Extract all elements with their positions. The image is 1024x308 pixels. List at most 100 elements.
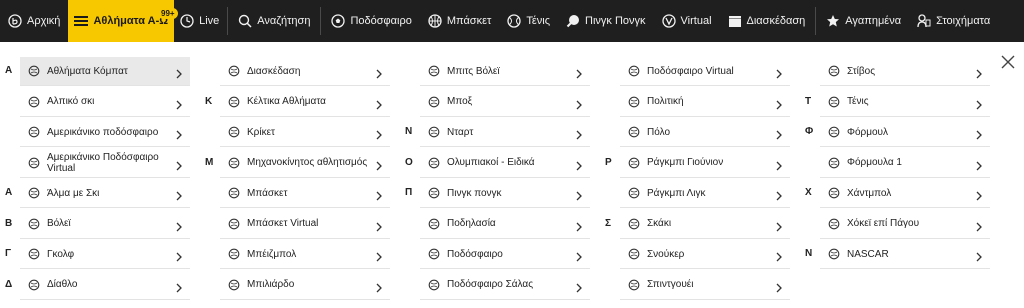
sports-column: Στίβος Τ Τένις Φ Φόρμουλ Φόρμουλα 1 Χ Χάντμπολ Χ… [805,56,1010,270]
sport-list-item[interactable]: Μηχανοκίνητος αθλητισμός [220,149,390,178]
sport-list-item[interactable]: Κέλτικα Αθλήματα [220,88,390,117]
darts-icon [428,126,440,138]
nav-divider [227,7,229,35]
sport-list-item[interactable]: Χάντμπολ [820,179,990,208]
sport-list-item[interactable]: Φόρμουλ [820,118,990,147]
sport-list-item[interactable]: Ποδόσφαιρο Virtual [620,57,790,86]
sport-list-item[interactable]: Πινγκ πονγκ [420,179,590,208]
nav-search[interactable]: Αναζήτηση [230,0,318,42]
sport-list-item[interactable]: Μπιτς Βόλεϊ [420,57,590,86]
alphabet-letter [605,178,615,209]
nav-basketball[interactable]: Μπάσκετ [420,0,500,42]
athletics-icon [828,65,840,77]
sport-list-item[interactable]: Μπάσκετ Virtual [220,210,390,239]
sport-label: Βόλεϊ [47,218,71,229]
sport-row: Ποδόσφαιρο Virtual [620,56,810,87]
sport-list-item[interactable]: Αλπικό σκι [20,88,190,117]
alphabet-letter: Α [5,65,13,76]
virtual-football-icon [628,65,640,77]
nav-bets[interactable]: Στοιχήματα [909,0,998,42]
chevron-right-icon [574,219,584,231]
nav-virtual[interactable]: Virtual [654,0,720,42]
sport-list-item[interactable]: Ράγκμπι Λιγκ [620,179,790,208]
nav-tennis[interactable]: Τένις [499,0,558,42]
sport-list-item[interactable]: Πόλο [620,118,790,147]
sport-label: Ράγκμπι Γιούνιον [647,157,724,168]
nav-favorites[interactable]: Αγαπημένα [818,0,909,42]
sport-label: Μπιτς Βόλεϊ [447,65,500,77]
alphabet-letter [205,270,215,301]
sport-list-item[interactable]: Ράγκμπι Γιούνιον [620,149,790,178]
sport-list-item[interactable]: Μπέιζμπολ [220,240,390,269]
sports-column: Μπιτς Βόλεϊ Μποξ Ν Νταρτ Ο Ολυμπιακοί - Ειδικ… [405,56,610,300]
sport-list-item[interactable]: Ολυμπιακοί - Ειδικά [420,149,590,178]
sport-row: Φ Φόρμουλ [805,117,1010,148]
sport-list-item[interactable]: NASCAR [820,240,990,269]
sport-list-item[interactable]: Μπιλιάρδο [220,271,390,300]
chevron-right-icon [174,127,184,140]
sport-label: Ποδόσφαιρο Virtual [647,65,734,77]
nav-basketball-label: Μπάσκετ [446,15,492,27]
sport-list-item[interactable]: Βόλεϊ [20,210,190,239]
alphabet-letter [5,117,15,148]
tennis-icon [828,96,840,108]
sport-row: Κρίκετ [220,117,410,148]
snooker-icon [628,248,640,260]
sport-label: Ποδηλασία [447,218,496,229]
sport-list-item[interactable]: Στίβος [820,57,990,86]
sport-label: Μπάσκετ [247,187,288,199]
sport-list-item[interactable]: Φόρμουλα 1 [820,149,990,178]
sport-list-item[interactable]: Μποξ [420,88,590,117]
sport-list-item[interactable]: Σπιντγουέι [620,271,790,300]
american-football-icon [28,126,40,138]
nav-entertainment[interactable]: Διασκέδαση [720,0,814,42]
top-navigation: Αρχική Αθλήματα Α-Ω Live 99+ Αναζήτηση Π… [0,0,1024,42]
nav-live[interactable]: Live [174,0,225,42]
nav-home[interactable]: Αρχική [0,0,68,42]
sport-list-item[interactable]: Αθλήματα Κόμπατ [20,57,190,86]
sport-list-item[interactable]: Μπάσκετ [220,179,390,208]
sport-row: Μπέιζμπολ [220,239,410,270]
virtual-icon [661,14,676,28]
sport-row: Σνούκερ [620,239,810,270]
chevron-right-icon [574,66,584,79]
alphabet-letter: Π [405,187,413,198]
sport-list-item[interactable]: Σνούκερ [620,240,790,269]
alphabet-letter: Ν [405,126,413,137]
sport-list-item[interactable]: Γκολφ [20,240,190,269]
sport-row: Ράγκμπι Λιγκ [620,178,810,209]
chevron-right-icon [974,249,984,262]
football-icon [331,14,346,28]
sport-list-item[interactable]: Τένις [820,88,990,117]
sport-list-item[interactable]: Δίαθλο [20,271,190,300]
nav-pingpong[interactable]: Πινγκ Πονγκ [558,0,654,42]
formula-icon [828,126,840,138]
sport-list-item[interactable]: Χόκεϊ επί Πάγου [820,210,990,239]
alphabet-letter [205,117,215,148]
chevron-right-icon [374,97,384,109]
olympics-icon [428,157,440,169]
alphabet-letter [405,270,415,301]
sport-list-item[interactable]: Ποδηλασία [420,210,590,239]
sport-list-item[interactable]: Σκάκι [620,210,790,239]
nav-sports-az-label: Αθλήματα Α-Ω [93,15,169,27]
alphabet-letter [405,56,415,87]
chevron-right-icon [174,97,184,109]
sport-list-item[interactable]: Ποδόσφαιρο [420,240,590,269]
sport-list-item[interactable]: Ποδόσφαιρο Σάλας [420,271,590,300]
sport-list-item[interactable]: Κρίκετ [220,118,390,147]
sport-row: Αλπικό σκι [20,87,210,118]
sport-list-item[interactable]: Πολιτική [620,88,790,117]
sport-list-item[interactable]: Διασκέδαση [220,57,390,86]
chevron-right-icon [974,97,984,109]
sport-list-item[interactable]: Αμερικάνικο ποδόσφαιρο [20,118,190,147]
sport-list-item[interactable]: Άλμα με Σκι [20,179,190,208]
sport-row: Μπιλιάρδο [220,270,410,301]
sport-list-item[interactable]: Αμερικάνικο Ποδόσφαιρο Virtual [20,149,190,178]
nav-sports-az[interactable]: Αθλήματα Α-Ω [68,0,175,42]
sport-label: Αμερικάνικο ποδόσφαιρο [47,126,159,138]
sport-row: Ρ Ράγκμπι Γιούνιον [605,148,810,179]
nav-football[interactable]: Ποδόσφαιρο [323,0,419,42]
sport-list-item[interactable]: Νταρτ [420,118,590,147]
sport-row: Κ Κέλτικα Αθλήματα [205,87,410,118]
